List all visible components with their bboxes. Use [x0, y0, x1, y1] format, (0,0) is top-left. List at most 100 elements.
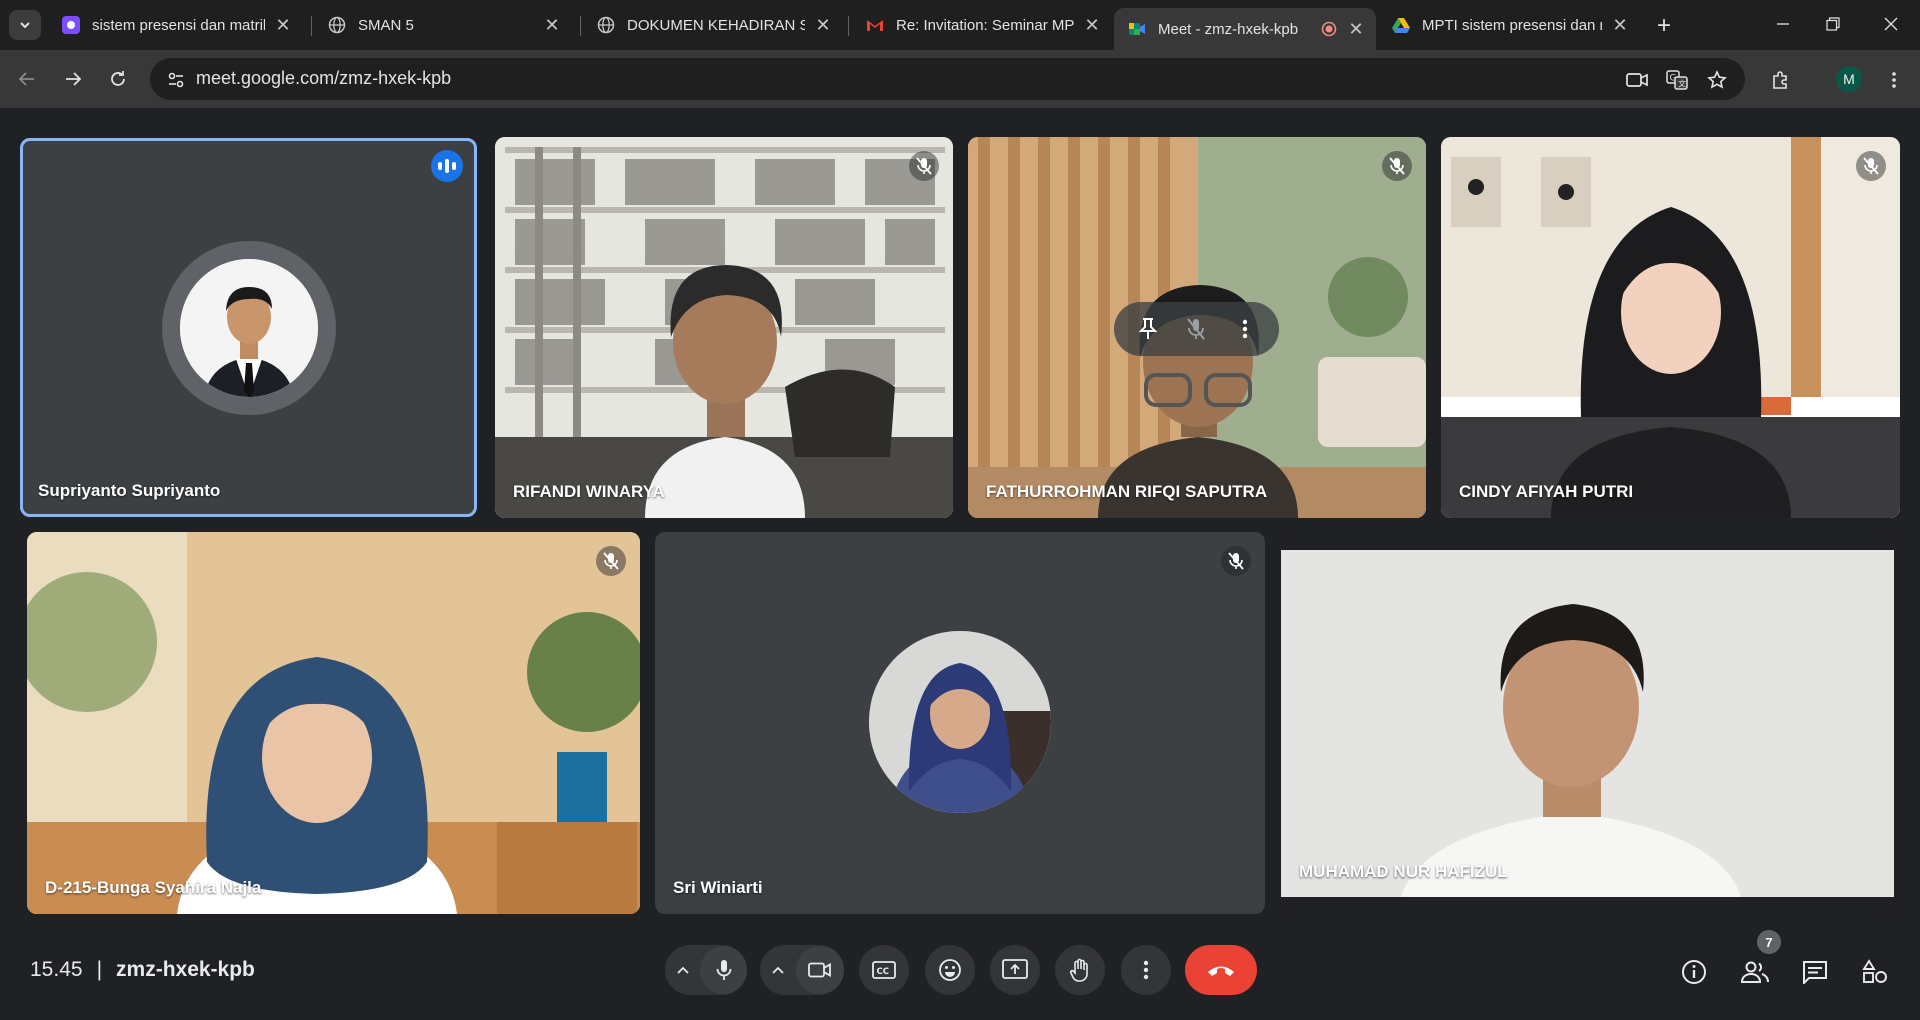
camera-in-use-button[interactable]	[1623, 66, 1651, 94]
close-window-button[interactable]	[1868, 6, 1914, 42]
tab-title: Meet - zmz-hxek-kpb	[1158, 20, 1299, 38]
audio-settings-button[interactable]	[665, 966, 700, 974]
recording-icon	[1320, 20, 1338, 38]
chat-button[interactable]	[1795, 952, 1835, 992]
present-to-all-icon	[1002, 959, 1028, 979]
minimize-icon	[1777, 23, 1789, 25]
video-settings-button[interactable]	[760, 966, 796, 974]
participant-tile[interactable]: MUHAMAD NUR HAFIZUL	[1281, 532, 1894, 914]
svg-text:文: 文	[1678, 79, 1686, 89]
leave-call-button[interactable]	[1185, 945, 1257, 995]
meeting-details-button[interactable]	[1674, 952, 1714, 992]
close-icon[interactable]: ✕	[542, 15, 562, 35]
raise-hand-button[interactable]	[1055, 945, 1105, 995]
chevron-up-icon	[676, 966, 689, 974]
participant-tile[interactable]: D-215-Bunga Syahira Najla	[27, 532, 640, 914]
tab-mpti-drive[interactable]: MPTI sistem presensi dan r ✕	[1378, 8, 1640, 42]
present-screen-button[interactable]	[990, 945, 1040, 995]
participant-tile[interactable]: RIFANDI WINARYA	[495, 137, 953, 518]
captions-icon: CC	[872, 961, 896, 979]
participant-name: Supriyanto Supriyanto	[38, 481, 221, 500]
microphone-control	[665, 945, 747, 995]
globe-icon	[328, 16, 346, 34]
video-feed	[495, 137, 953, 518]
close-icon[interactable]: ✕	[813, 15, 833, 35]
call-end-icon	[1208, 966, 1234, 976]
microphone-button[interactable]	[700, 946, 747, 994]
puzzle-icon	[1773, 71, 1787, 89]
more-options-button[interactable]	[1121, 945, 1171, 995]
reload-icon	[111, 71, 125, 86]
mic-off-icon	[1187, 318, 1206, 340]
close-icon	[1884, 17, 1898, 31]
participant-tile[interactable]: FATHURROHMAN RIFQI SAPUTRA	[968, 137, 1426, 518]
participant-tile[interactable]: Sri Winiarti	[655, 532, 1265, 914]
avatar	[869, 631, 1051, 813]
close-icon[interactable]: ✕	[1610, 15, 1630, 35]
shapes-icon	[1862, 959, 1887, 983]
url-text[interactable]: meet.google.com/zmz-hxek-kpb	[196, 68, 451, 89]
tab-title: Re: Invitation: Seminar MPT	[896, 16, 1074, 34]
meeting-time: 15.45	[30, 958, 83, 981]
participant-tile[interactable]: Supriyanto Supriyanto	[20, 138, 477, 517]
restore-button[interactable]	[1810, 6, 1856, 42]
arrow-right-icon	[66, 72, 82, 86]
restore-icon	[1826, 17, 1840, 31]
minimize-button[interactable]	[1760, 6, 1806, 42]
bookmark-button[interactable]	[1703, 66, 1731, 94]
video-camera-icon	[808, 962, 831, 978]
close-icon[interactable]: ✕	[1346, 19, 1366, 39]
mic-off-icon	[596, 546, 626, 576]
mic-icon	[716, 960, 731, 980]
extensions-button[interactable]	[1767, 66, 1795, 94]
more-vert-icon	[1143, 960, 1149, 980]
reactions-button[interactable]	[925, 945, 975, 995]
browser-menu-button[interactable]	[1880, 66, 1908, 94]
video-camera-icon	[1626, 73, 1648, 87]
tab-dokumen-kehadiran[interactable]: DOKUMEN KEHADIRAN SI ✕	[583, 8, 843, 42]
profile-avatar[interactable]: M	[1836, 66, 1862, 92]
tile-hover-controls	[1114, 302, 1279, 356]
tab-sistem-presensi[interactable]: sistem presensi dan matrik ✕	[48, 8, 303, 42]
info-icon	[1682, 960, 1706, 984]
chevron-up-icon	[772, 966, 784, 974]
activities-button[interactable]	[1855, 952, 1895, 992]
separator: |	[96, 958, 103, 981]
more-options-button[interactable]	[1225, 309, 1265, 349]
svg-text:CC: CC	[877, 967, 889, 977]
close-icon[interactable]: ✕	[273, 15, 293, 35]
people-icon	[1740, 961, 1769, 983]
mic-off-icon	[1856, 151, 1886, 181]
meeting-info: 15.45 | zmz-hxek-kpb	[30, 958, 255, 982]
tab-separator	[311, 16, 312, 36]
pin-button[interactable]	[1128, 309, 1168, 349]
participant-tile[interactable]: CINDY AFIYAH PUTRI	[1441, 137, 1900, 518]
tune-icon	[168, 72, 184, 88]
video-feed	[27, 532, 640, 914]
camera-button[interactable]	[796, 946, 844, 994]
translate-button[interactable]: G文	[1663, 66, 1691, 94]
forward-button[interactable]	[56, 62, 90, 96]
participant-name: FATHURROHMAN RIFQI SAPUTRA	[986, 482, 1268, 501]
new-tab-button[interactable]: +	[1650, 12, 1678, 40]
tab-meet-active[interactable]: Meet - zmz-hxek-kpb ✕	[1114, 8, 1376, 50]
reload-button[interactable]	[101, 62, 135, 96]
meeting-code: zmz-hxek-kpb	[116, 958, 255, 981]
tab-sman-5[interactable]: SMAN 5 ✕	[314, 8, 572, 42]
browser-tab-strip: sistem presensi dan matrik ✕ SMAN 5 ✕ DO…	[0, 0, 1920, 50]
pin-icon	[1139, 318, 1158, 339]
back-button[interactable]	[10, 62, 44, 96]
mute-participant-button[interactable]	[1176, 309, 1216, 349]
site-info-button[interactable]	[162, 66, 190, 94]
people-button[interactable]	[1735, 952, 1775, 992]
video-feed	[1441, 137, 1900, 518]
tab-search-button[interactable]	[9, 10, 41, 40]
captions-button[interactable]: CC	[859, 945, 909, 995]
chat-icon	[1803, 961, 1827, 984]
tab-title: sistem presensi dan matrik	[92, 16, 265, 34]
tab-title: DOKUMEN KEHADIRAN SI	[627, 16, 805, 34]
hand-icon	[1069, 958, 1088, 982]
close-icon[interactable]: ✕	[1082, 15, 1102, 35]
more-vert-icon	[1242, 319, 1248, 339]
tab-gmail-invitation[interactable]: Re: Invitation: Seminar MPT ✕	[852, 8, 1112, 42]
